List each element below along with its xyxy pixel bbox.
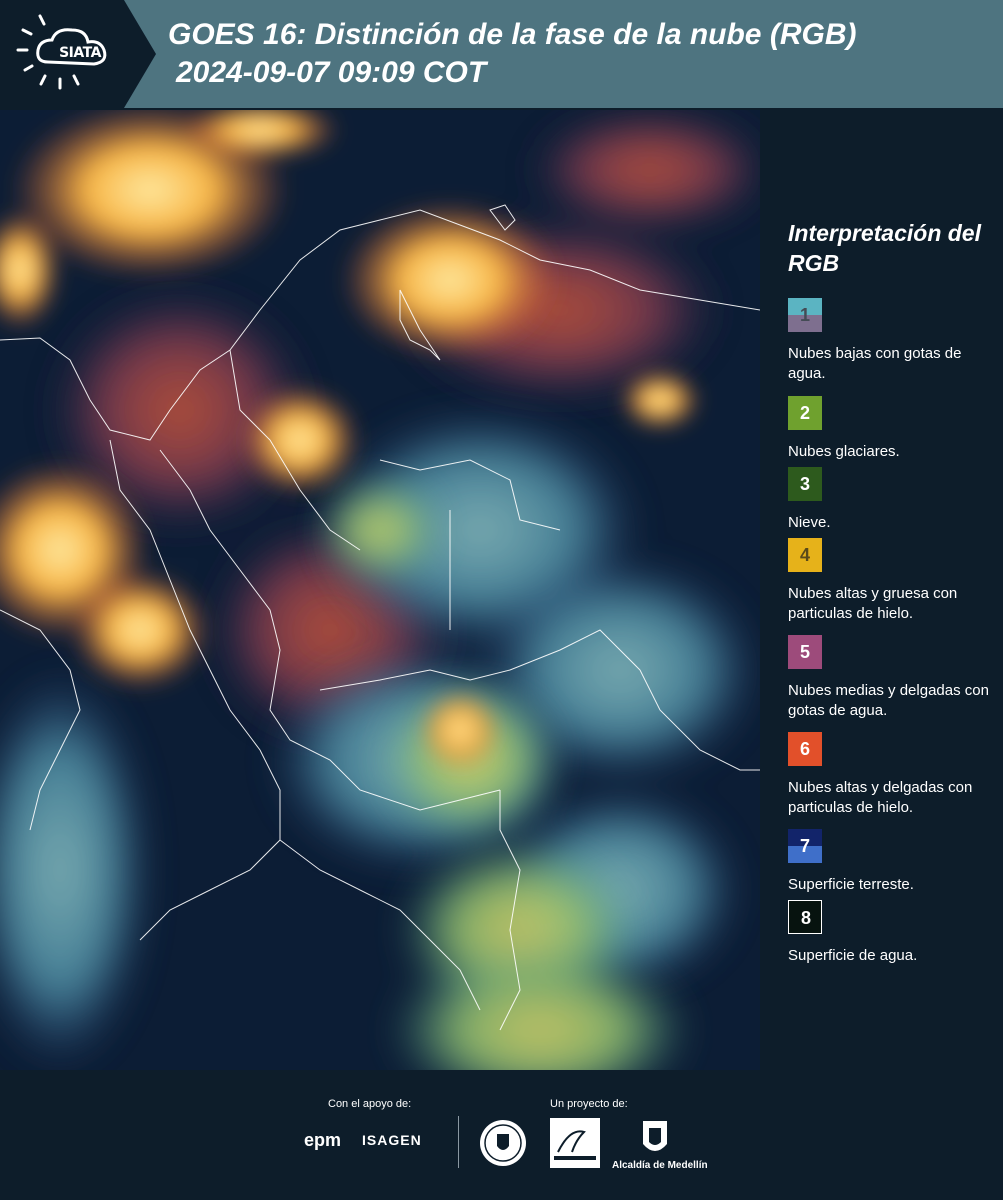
legend-swatch: 2 xyxy=(788,396,822,430)
area-metropolitana-logo-icon xyxy=(550,1118,600,1168)
legend-label: Nubes altas y gruesa con particulas de h… xyxy=(788,585,958,622)
alcaldia-shield-icon xyxy=(643,1121,667,1151)
university-seal-icon xyxy=(480,1120,526,1166)
satellite-map xyxy=(0,110,760,1070)
legend-label: Superficie terreste. xyxy=(788,876,914,893)
legend-swatch: 3 xyxy=(788,467,822,501)
legend-title: Interpretación del RGB xyxy=(788,220,981,276)
legend-number: 3 xyxy=(799,474,810,494)
isagen-logo: ISAGEN xyxy=(362,1132,422,1148)
legend-number: 8 xyxy=(800,908,811,928)
legend-number: 5 xyxy=(799,642,810,662)
legend-number: 4 xyxy=(799,545,810,565)
legend-label: Nubes altas y delgadas con particulas de… xyxy=(788,779,973,816)
footer-bar: Con el apoyo de: Un proyecto de: epm ISA… xyxy=(0,1070,1003,1200)
legend-swatch: 6 xyxy=(788,732,822,766)
legend-panel: Interpretación del RGB 1 Nubes bajas con … xyxy=(760,110,1003,1070)
siata-logo: SIATA xyxy=(0,0,156,108)
logo-text: SIATA xyxy=(59,45,101,61)
legend-label: Superficie de agua. xyxy=(788,947,918,964)
legend-number: 1 xyxy=(799,305,810,325)
footer-divider xyxy=(458,1116,459,1168)
header-bar: SIATA GOES 16: Distinción de la fase de … xyxy=(0,0,1003,108)
alcaldia-label: Alcaldía de Medellín xyxy=(612,1160,708,1171)
legend-swatch: 4 xyxy=(788,538,822,572)
page-timestamp: 2024-09-07 09:09 COT xyxy=(176,56,487,89)
legend-label: Nubes bajas con gotas de agua. xyxy=(788,345,962,382)
satellite-image xyxy=(0,110,760,1070)
legend-number: 7 xyxy=(799,836,810,856)
legend-number: 6 xyxy=(799,739,810,759)
epm-logo: epm xyxy=(304,1130,342,1150)
legend-label: Nubes medias y delgadas con gotas de agu… xyxy=(788,682,989,719)
legend-number: 2 xyxy=(799,403,810,423)
page-title: GOES 16: Distinción de la fase de la nub… xyxy=(168,18,857,51)
legend-swatch: 8 xyxy=(788,900,822,934)
legend-swatch: 5 xyxy=(788,635,822,669)
legend-swatch: 7 xyxy=(788,829,822,863)
legend-label: Nieve. xyxy=(788,514,831,531)
legend-swatch: 1 xyxy=(788,298,822,332)
project-label: Un proyecto de: xyxy=(550,1098,628,1110)
legend-label: Nubes glaciares. xyxy=(788,443,900,460)
support-label: Con el apoyo de: xyxy=(328,1098,412,1110)
